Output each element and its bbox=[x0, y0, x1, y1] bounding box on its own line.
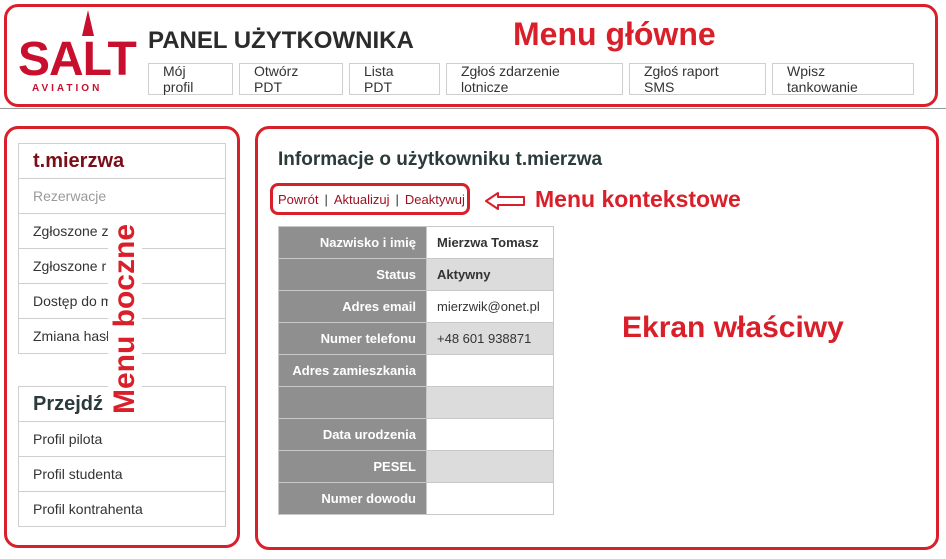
table-row: Nazwisko i imię Mierzwa Tomasz bbox=[278, 226, 554, 259]
field-label: Nazwisko i imię bbox=[278, 226, 427, 259]
sidebar-item-pilot-profile[interactable]: Profil pilota bbox=[19, 422, 225, 457]
table-row: Adres zamieszkania bbox=[278, 354, 554, 387]
table-row bbox=[278, 386, 554, 419]
table-row: Status Aktywny bbox=[278, 258, 554, 291]
field-label: Adres zamieszkania bbox=[278, 354, 427, 387]
context-separator: | bbox=[395, 192, 399, 207]
field-value: mierzwik@onet.pl bbox=[426, 290, 554, 323]
nav-pdt-list[interactable]: Lista PDT bbox=[349, 63, 440, 95]
field-label bbox=[278, 386, 427, 419]
main-menu-label: Menu główne bbox=[513, 16, 716, 52]
nav-report-aviation-event[interactable]: Zgłoś zdarzenie lotnicze bbox=[446, 63, 623, 95]
main-screen-label: Ekran właściwy bbox=[622, 311, 844, 344]
nav-my-profile[interactable]: Mój profil bbox=[148, 63, 233, 95]
table-row: Data urodzenia bbox=[278, 418, 554, 451]
field-label: PESEL bbox=[278, 450, 427, 483]
field-value bbox=[426, 386, 554, 419]
field-value bbox=[426, 482, 554, 515]
user-info-title: Informacje o użytkowniku t.mierzwa bbox=[278, 149, 603, 170]
page-title: PANEL UŻYTKOWNIKA bbox=[148, 27, 414, 54]
context-menu-label: Menu kontekstowe bbox=[535, 186, 741, 212]
table-row: PESEL bbox=[278, 450, 554, 483]
nav-report-sms[interactable]: Zgłoś raport SMS bbox=[629, 63, 766, 95]
field-value bbox=[426, 354, 554, 387]
field-label: Adres email bbox=[278, 290, 427, 323]
context-menu: Powrót | Aktualizuj | Deaktywuj bbox=[278, 192, 465, 207]
back-link[interactable]: Powrót bbox=[278, 192, 318, 207]
main-nav: Mój profil Otwórz PDT Lista PDT Zgłoś zd… bbox=[148, 63, 914, 95]
arrow-left-icon bbox=[485, 192, 525, 210]
table-row: Numer telefonu +48 601 938871 bbox=[278, 322, 554, 355]
side-menu-label: Menu boczne bbox=[108, 217, 142, 420]
field-value bbox=[426, 450, 554, 483]
field-value: +48 601 938871 bbox=[426, 322, 554, 355]
sidebar-item-student-profile[interactable]: Profil studenta bbox=[19, 457, 225, 492]
logo-subtitle: AVIATION bbox=[32, 83, 103, 94]
sidebar-user-heading: t.mierzwa bbox=[19, 144, 225, 179]
salt-aviation-logo: SALT AVIATION bbox=[18, 10, 137, 94]
field-label: Numer dowodu bbox=[278, 482, 427, 515]
deactivate-link[interactable]: Deaktywuj bbox=[405, 192, 465, 207]
field-label: Status bbox=[278, 258, 427, 291]
logo-text: SALT bbox=[18, 33, 137, 86]
field-value bbox=[426, 418, 554, 451]
header-divider bbox=[0, 108, 946, 109]
nav-enter-refueling[interactable]: Wpisz tankowanie bbox=[772, 63, 914, 95]
table-row: Adres email mierzwik@onet.pl bbox=[278, 290, 554, 323]
field-value: Mierzwa Tomasz bbox=[426, 226, 554, 259]
user-info-table: Nazwisko i imię Mierzwa Tomasz Status Ak… bbox=[278, 226, 554, 515]
update-link[interactable]: Aktualizuj bbox=[334, 192, 390, 207]
field-value: Aktywny bbox=[426, 258, 554, 291]
sidebar-item-reservations[interactable]: Rezerwacje bbox=[19, 179, 225, 214]
sidebar-item-contractor-profile[interactable]: Profil kontrahenta bbox=[19, 492, 225, 526]
field-label: Data urodzenia bbox=[278, 418, 427, 451]
nav-open-pdt[interactable]: Otwórz PDT bbox=[239, 63, 343, 95]
field-label: Numer telefonu bbox=[278, 322, 427, 355]
context-separator: | bbox=[324, 192, 328, 207]
table-row: Numer dowodu bbox=[278, 482, 554, 515]
